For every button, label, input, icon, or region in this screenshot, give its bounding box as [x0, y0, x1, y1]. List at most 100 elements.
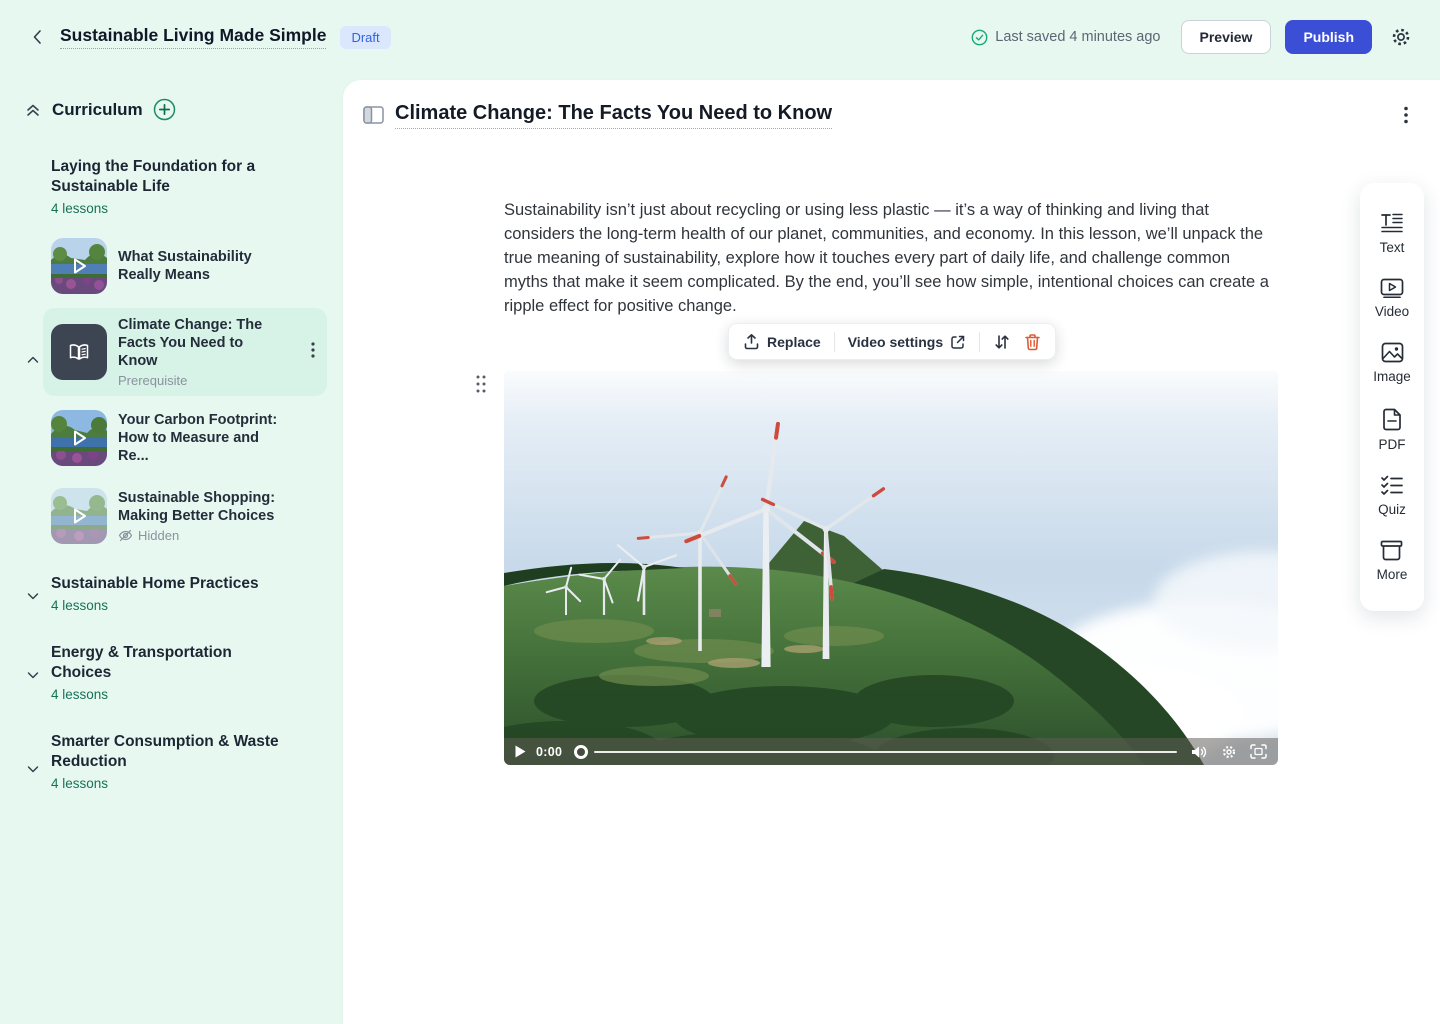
video-icon — [1380, 278, 1404, 298]
kebab-menu-icon — [1404, 106, 1408, 124]
curriculum-header: Curriculum — [24, 98, 327, 121]
back-button[interactable] — [24, 23, 52, 51]
section-title[interactable]: Sustainable Home Practices — [51, 574, 259, 594]
section-title[interactable]: Laying the Foundation for a Sustainable … — [51, 157, 281, 197]
add-section-button[interactable] — [153, 98, 176, 121]
preview-button[interactable]: Preview — [1181, 20, 1272, 54]
lesson-title-heading[interactable]: Climate Change: The Facts You Need to Kn… — [395, 102, 832, 129]
chevron-down-icon — [25, 667, 41, 683]
seek-handle[interactable] — [574, 745, 588, 759]
player-settings-button[interactable] — [1221, 744, 1237, 760]
lesson-title: What Sustainability Really Means — [118, 248, 286, 284]
lesson-title: Sustainable Shopping: Making Better Choi… — [118, 489, 286, 525]
tool-label: More — [1377, 567, 1408, 582]
tool-label: Video — [1375, 304, 1409, 319]
section-expand-button[interactable] — [24, 732, 42, 791]
settings-button[interactable] — [1386, 22, 1416, 52]
plus-circle-icon — [153, 98, 176, 121]
more-blocks-button[interactable]: More — [1377, 540, 1408, 582]
pdf-icon — [1382, 408, 1402, 431]
status-badge: Draft — [340, 26, 390, 49]
delete-block-button[interactable] — [1024, 333, 1041, 351]
video-player[interactable]: 0:00 — [504, 371, 1278, 765]
course-title[interactable]: Sustainable Living Made Simple — [60, 25, 326, 49]
publish-button[interactable]: Publish — [1285, 20, 1372, 54]
video-frame-wind-turbines — [504, 371, 1278, 765]
replace-label: Replace — [767, 334, 821, 350]
add-video-block[interactable]: Video — [1375, 278, 1409, 319]
seek-bar[interactable] — [594, 751, 1177, 753]
add-quiz-block[interactable]: Quiz — [1378, 475, 1406, 517]
section-lesson-count: 4 lessons — [51, 776, 281, 791]
external-link-icon — [950, 334, 966, 350]
section-lesson-count: 4 lessons — [51, 201, 327, 216]
top-bar: Sustainable Living Made Simple Draft Las… — [0, 0, 1440, 74]
panel-left-icon — [363, 106, 384, 124]
eye-off-icon — [118, 529, 133, 542]
section-title[interactable]: Smarter Consumption & Waste Reduction — [51, 732, 281, 772]
chevron-up-icon — [25, 352, 41, 368]
last-saved-status: Last saved 4 minutes ago — [971, 29, 1160, 46]
chevron-down-icon — [25, 761, 41, 777]
lesson-subtitle: Hidden — [138, 528, 179, 543]
chevron-down-icon — [25, 588, 41, 604]
lesson-list: What Sustainability Really Means Climate… — [51, 230, 327, 552]
volume-button[interactable] — [1191, 745, 1208, 759]
add-text-block[interactable]: Text — [1380, 212, 1405, 255]
video-current-time: 0:00 — [536, 745, 562, 759]
lesson-header: Climate Change: The Facts You Need to Kn… — [363, 102, 1414, 133]
lesson-menu-button[interactable] — [307, 338, 319, 367]
more-archive-icon — [1380, 540, 1403, 561]
curriculum-title: Curriculum — [52, 100, 143, 120]
lesson-title: Climate Change: The Facts You Need to Kn… — [118, 316, 286, 370]
video-thumbnail — [51, 488, 107, 544]
move-block-button[interactable] — [993, 333, 1011, 351]
section-lesson-count: 4 lessons — [51, 598, 259, 613]
player-right-controls — [1191, 744, 1267, 760]
trash-icon — [1024, 333, 1041, 351]
add-pdf-block[interactable]: PDF — [1379, 408, 1406, 452]
block-drag-handle[interactable] — [475, 374, 487, 399]
video-thumbnail — [51, 410, 107, 466]
play-icon — [515, 745, 526, 758]
lesson-item[interactable]: Your Carbon Footprint: How to Measure an… — [43, 402, 327, 474]
lesson-hidden-status: Hidden — [118, 528, 286, 543]
fullscreen-button[interactable] — [1250, 744, 1267, 759]
lesson-editor: Climate Change: The Facts You Need to Kn… — [343, 80, 1440, 1024]
video-thumbnail — [51, 238, 107, 294]
lesson-item[interactable]: What Sustainability Really Means — [43, 230, 327, 302]
toggle-sidebar-button[interactable] — [363, 102, 384, 124]
video-control-bar: 0:00 — [504, 738, 1278, 765]
section-lesson-count: 4 lessons — [51, 687, 281, 702]
play-icon — [67, 504, 91, 528]
section-expand-button[interactable] — [24, 574, 42, 613]
replace-video-button[interactable]: Replace — [743, 333, 821, 350]
video-block-toolbar: Replace Video settings — [728, 323, 1056, 360]
gear-icon — [1390, 26, 1412, 48]
section-collapse-button[interactable] — [24, 157, 42, 558]
lesson-body-text[interactable]: Sustainability isn’t just about recyclin… — [504, 198, 1278, 318]
section-title[interactable]: Energy & Transportation Choices — [51, 643, 281, 683]
curriculum-section: Energy & Transportation Choices 4 lesson… — [24, 643, 327, 702]
last-saved-text: Last saved 4 minutes ago — [995, 29, 1160, 45]
lesson-item-hidden[interactable]: Sustainable Shopping: Making Better Choi… — [43, 480, 327, 552]
section-expand-button[interactable] — [24, 643, 42, 702]
lesson-title: Your Carbon Footprint: How to Measure an… — [118, 411, 286, 465]
play-icon — [67, 254, 91, 278]
curriculum-section: Sustainable Home Practices 4 lessons — [24, 574, 327, 613]
tool-label: PDF — [1379, 437, 1406, 452]
toolbar-divider — [834, 332, 835, 352]
reading-lesson-tile — [51, 324, 107, 380]
double-chevron-up-icon — [24, 101, 42, 119]
video-settings-button[interactable]: Video settings — [848, 334, 966, 350]
lesson-subtitle: Prerequisite — [118, 373, 286, 388]
add-image-block[interactable]: Image — [1373, 342, 1411, 384]
lesson-item-selected[interactable]: Climate Change: The Facts You Need to Kn… — [43, 308, 327, 396]
lesson-options-button[interactable] — [1398, 102, 1414, 133]
play-button[interactable] — [515, 745, 526, 758]
content-blocks-palette: Text Video Image PDF Quiz More — [1360, 183, 1424, 611]
collapse-all-button[interactable] — [24, 101, 42, 119]
curriculum-section: Laying the Foundation for a Sustainable … — [24, 157, 327, 558]
sort-arrows-icon — [993, 333, 1011, 351]
drag-dots-icon — [475, 374, 487, 394]
